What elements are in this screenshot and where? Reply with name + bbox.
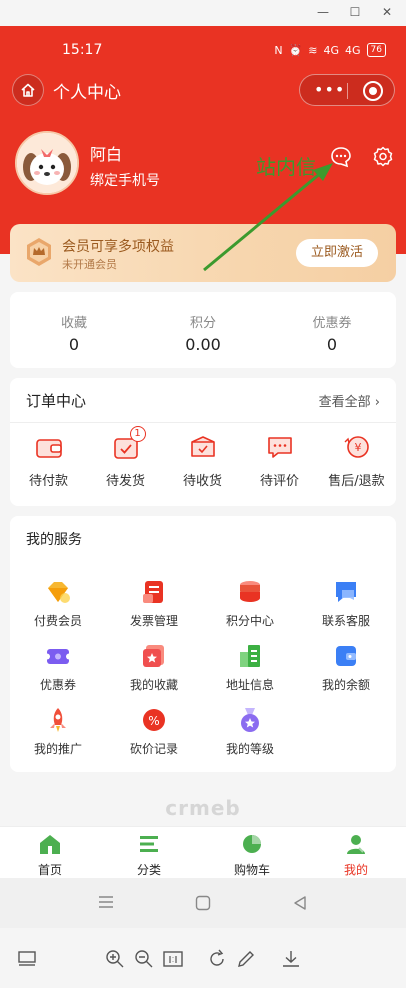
window-titlebar: — ☐ ✕ [0, 0, 406, 26]
brand-watermark: crmeb [165, 796, 241, 820]
back-icon[interactable] [292, 895, 308, 911]
stat-coupons[interactable]: 优惠券 0 [268, 312, 396, 354]
miniprogram-capsule: ••• [299, 74, 395, 106]
service-address[interactable]: 地址信息 [202, 642, 298, 693]
minimize-icon[interactable]: — [312, 2, 334, 22]
order-pending-receipt[interactable]: 待收货 [164, 434, 241, 489]
close-miniprogram-icon[interactable] [363, 81, 383, 101]
coins-icon [236, 578, 264, 606]
service-invoice[interactable]: 发票管理 [106, 578, 202, 629]
message-icon[interactable] [330, 146, 352, 168]
bind-phone-link[interactable]: 绑定手机号 [90, 170, 160, 190]
invoice-icon [140, 578, 168, 606]
edit-icon[interactable] [235, 948, 257, 970]
view-all-orders-link[interactable]: 查看全部 › [319, 391, 380, 410]
home-icon [21, 83, 35, 97]
home-square-icon[interactable] [195, 895, 211, 911]
zoom-in-icon[interactable] [104, 948, 126, 970]
status-bar: 15:17 N ⏰ ≋ 4G 4G 76 [0, 38, 406, 62]
stat-favorites[interactable]: 收藏 0 [10, 312, 138, 354]
layout-icon[interactable] [16, 948, 38, 970]
comment-icon [267, 437, 292, 458]
stat-points[interactable]: 积分 0.00 [139, 312, 267, 354]
actual-size-icon[interactable] [162, 948, 184, 970]
order-pending-payment[interactable]: 待付款 [10, 434, 87, 489]
service-coupons[interactable]: 优惠券 [10, 642, 106, 693]
app-root: — ☐ ✕ 15:17 N ⏰ ≋ 4G 4G 76 个人中心 ••• 阿白 绑… [0, 0, 406, 988]
stats-card: 收藏 0 积分 0.00 优惠券 0 [10, 292, 396, 368]
box-icon [190, 436, 215, 457]
pie-cart-icon [243, 835, 261, 853]
chat-icon [332, 578, 360, 606]
vip-banner: 会员可享多项权益 未开通会员 立即激活 [10, 224, 396, 282]
signal-a-icon: 4G [323, 43, 340, 57]
order-after-sales[interactable]: ¥ 售后/退款 [318, 434, 395, 489]
annotation-label: 站内信 [256, 155, 316, 179]
rotate-icon[interactable] [206, 948, 228, 970]
ticket-icon [44, 642, 72, 670]
home-button[interactable] [12, 74, 44, 106]
service-points-center[interactable]: 积分中心 [202, 578, 298, 629]
maximize-icon[interactable]: ☐ [344, 2, 366, 22]
discount-icon: % [140, 706, 168, 734]
activate-vip-button[interactable]: 立即激活 [296, 239, 378, 267]
avatar[interactable] [15, 131, 79, 195]
services-title: 我的服务 [26, 532, 82, 548]
vip-title: 会员可享多项权益 [62, 239, 174, 255]
medal-icon [236, 706, 264, 734]
wallet-icon [35, 439, 62, 458]
service-favorites[interactable]: 我的收藏 [106, 642, 202, 693]
service-my-level[interactable]: 我的等级 [202, 706, 298, 757]
service-balance[interactable]: 我的余额 [298, 642, 394, 693]
tab-home[interactable]: 首页 [0, 833, 100, 878]
vip-subtitle: 未开通会员 [62, 258, 117, 271]
download-icon[interactable] [280, 948, 302, 970]
wifi-icon: ≋ [308, 43, 318, 57]
tab-cart[interactable]: 购物车 [202, 833, 302, 878]
svg-text:¥: ¥ [354, 441, 361, 454]
close-icon[interactable]: ✕ [376, 2, 398, 22]
order-pending-shipment[interactable]: 1 待发货 [87, 426, 164, 489]
more-menu-icon[interactable]: ••• [314, 80, 345, 99]
page-title: 个人中心 [53, 83, 121, 103]
zoom-out-icon[interactable] [133, 948, 155, 970]
building-icon [236, 642, 264, 670]
list-icon [140, 836, 158, 852]
diamond-icon [44, 578, 72, 606]
tab-category[interactable]: 分类 [99, 833, 199, 878]
viewer-toolbar [0, 928, 406, 988]
order-pending-review[interactable]: 待评价 [241, 434, 318, 489]
service-paid-membership[interactable]: 付费会员 [10, 578, 106, 629]
wallet-card-icon [332, 642, 360, 670]
order-center-title: 订单中心 [26, 392, 87, 410]
user-icon [347, 835, 365, 854]
service-promotion[interactable]: 我的推广 [10, 706, 106, 757]
refund-icon: ¥ [344, 436, 369, 458]
menu-icon[interactable] [98, 895, 114, 909]
status-time: 15:17 [62, 42, 103, 58]
svg-text:%: % [148, 714, 159, 728]
system-navigation [0, 878, 406, 928]
user-name: 阿白 [90, 145, 123, 164]
settings-icon[interactable] [372, 146, 394, 168]
chevron-right-icon: › [374, 395, 380, 410]
alarm-icon: ⏰ [288, 43, 303, 57]
battery-icon: 76 [366, 43, 386, 57]
bottom-tab-bar: 首页 分类 购物车 我的 [0, 826, 406, 878]
star-box-icon [140, 642, 168, 670]
signal-b-icon: 4G [345, 43, 361, 57]
nfc-icon: N [274, 43, 283, 57]
nav-bar: 个人中心 ••• [0, 70, 406, 110]
order-center-card: 订单中心 查看全部 › 待付款 1 待发货 待收货 待评价 ¥ 售后/退款 [10, 378, 396, 506]
order-badge: 1 [129, 426, 146, 442]
service-customer-support[interactable]: 联系客服 [298, 578, 394, 629]
crown-badge-icon [27, 238, 51, 266]
tab-mine[interactable]: 我的 [306, 833, 406, 878]
service-bargain-records[interactable]: % 砍价记录 [106, 706, 202, 757]
home-icon [40, 835, 60, 854]
rocket-icon [44, 706, 72, 734]
services-card: 我的服务 付费会员 发票管理 积分中心 联系客服 优惠券 我的收藏 地址信息 我… [10, 516, 396, 772]
